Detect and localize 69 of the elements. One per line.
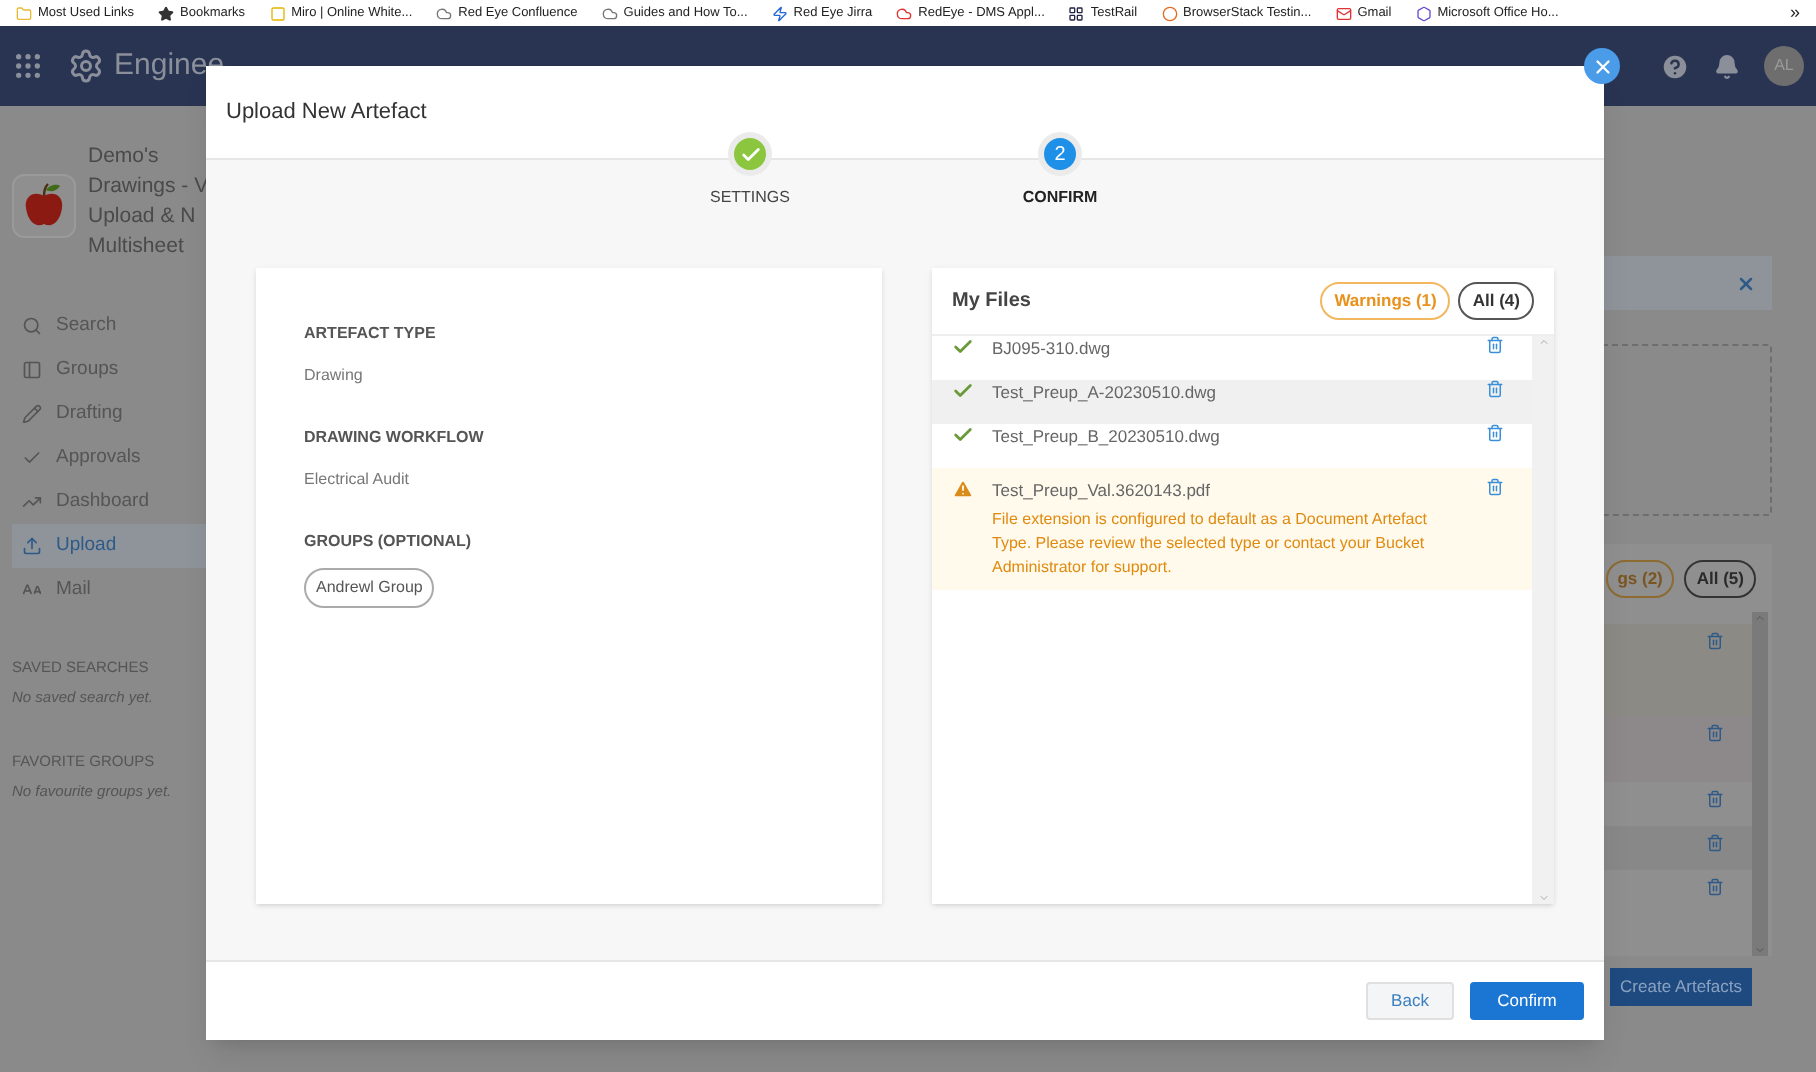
pencil-icon xyxy=(22,404,42,424)
trash-icon[interactable] xyxy=(1706,878,1724,896)
cloud-icon xyxy=(436,5,453,21)
square-icon xyxy=(269,5,286,21)
filter-chip[interactable]: All (5) xyxy=(1684,559,1756,597)
search-icon xyxy=(22,316,42,336)
field-label: DRAWING WORKFLOW xyxy=(304,426,486,450)
apps-grid-icon[interactable] xyxy=(12,50,44,82)
step-done-icon xyxy=(734,138,766,170)
bolt-icon xyxy=(771,5,788,21)
settings-icon[interactable] xyxy=(68,48,104,84)
confirm-button[interactable]: Confirm xyxy=(1470,982,1584,1020)
step-number: 2 xyxy=(1044,138,1076,170)
check-icon xyxy=(952,424,974,446)
scrollbar[interactable] xyxy=(1752,612,1768,956)
apple-icon xyxy=(12,174,76,238)
bell-icon[interactable] xyxy=(1714,53,1740,79)
card-title: My Files xyxy=(952,288,1031,316)
close-icon xyxy=(1591,55,1613,77)
trash-icon[interactable] xyxy=(1706,632,1724,650)
circle-icon xyxy=(1161,5,1178,21)
hexagon-icon xyxy=(1415,5,1432,21)
back-button[interactable]: Back xyxy=(1366,982,1454,1020)
trash-icon[interactable] xyxy=(1486,478,1504,496)
check-icon xyxy=(952,380,974,402)
field-label: GROUPS (OPTIONAL) xyxy=(304,530,474,554)
file-row[interactable]: Test_Preup_A-20230510.dwg xyxy=(932,380,1532,424)
star-icon xyxy=(158,5,175,21)
letters-icon xyxy=(22,580,42,600)
step-label: SETTINGS xyxy=(709,186,790,210)
scrollbar[interactable] xyxy=(1532,336,1554,904)
cloud-icon xyxy=(896,5,913,21)
field-value: Electrical Audit xyxy=(304,468,411,492)
scroll-down-icon[interactable] xyxy=(1754,944,1766,956)
file-name: Test_Preup_B_20230510.dwg xyxy=(992,424,1222,450)
scroll-down-icon[interactable] xyxy=(1537,892,1549,904)
check-icon xyxy=(22,448,42,468)
warning-message: File extension is configured to default as a Document Artefact Type. Please review the selected type or contact your Bucket Administrator for support. xyxy=(992,507,1429,580)
group-tag: Andrewl Group xyxy=(304,568,435,608)
trash-icon[interactable] xyxy=(1486,380,1504,398)
file-name: BJ095-310.dwg xyxy=(992,336,1113,362)
cloud-icon xyxy=(601,5,618,21)
field-value: Drawing xyxy=(304,364,365,388)
file-name: Test_Preup_A-20230510.dwg xyxy=(992,380,1218,406)
close-icon[interactable] xyxy=(1736,273,1756,293)
dialog-title: Upload New Artefact xyxy=(226,97,427,128)
step-label: CONFIRM xyxy=(1022,186,1098,210)
filter-chip[interactable]: All (4) xyxy=(1458,282,1534,320)
trash-icon[interactable] xyxy=(1486,336,1504,354)
trend-icon xyxy=(22,492,42,512)
file-name: Test_Preup_Val.3620143.pdf xyxy=(992,478,1213,504)
trash-icon[interactable] xyxy=(1706,724,1724,742)
grid-icon xyxy=(1068,5,1085,21)
field-label: ARTEFACT TYPE xyxy=(304,322,438,346)
panel-icon xyxy=(22,360,42,380)
more-bookmarks[interactable]: » xyxy=(1789,0,1800,27)
mail-icon xyxy=(1335,5,1352,21)
trash-icon[interactable] xyxy=(1706,834,1724,852)
scroll-up-icon[interactable] xyxy=(1537,336,1549,348)
create-artefacts-button[interactable]: Create Artefacts xyxy=(1610,968,1752,1006)
file-row[interactable]: Test_Preup_Val.3620143.pdf File extension is configured to default as a Document Artefact Type. Please review the selected type or contact your Bucket Administrator for support. xyxy=(932,468,1532,590)
scroll-up-icon[interactable] xyxy=(1754,612,1766,624)
help-icon[interactable] xyxy=(1660,51,1690,81)
warning-icon xyxy=(952,478,974,500)
check-icon xyxy=(952,336,974,358)
trash-icon[interactable] xyxy=(1706,790,1724,808)
folder-icon xyxy=(16,5,32,21)
trash-icon[interactable] xyxy=(1486,424,1504,442)
upload-icon xyxy=(22,536,42,556)
